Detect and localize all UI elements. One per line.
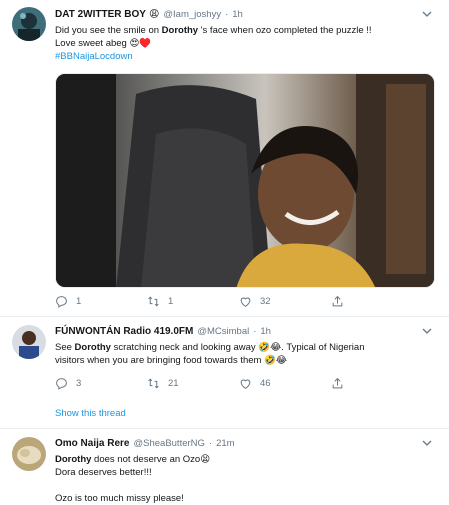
reply-count: 1 [76, 296, 82, 307]
retweet-button[interactable]: 21 [147, 377, 239, 390]
tweet-2[interactable]: FÚNWONTÁN Radio 419.0FM @MCsimbal · 1h S… [0, 317, 449, 429]
show-thread-link[interactable]: Show this thread [55, 408, 126, 419]
tweet-actions: 3 21 46 [55, 377, 423, 390]
timestamp[interactable]: 1h [260, 325, 271, 339]
tweet-text: Did you see the smile on Dorothy 's face… [55, 25, 372, 62]
like-count: 46 [260, 378, 271, 389]
reply-count: 3 [76, 378, 82, 389]
display-name[interactable]: Omo Naija Rere [55, 437, 129, 451]
retweet-button[interactable]: 1 [147, 295, 239, 308]
separator-dot: · [225, 9, 229, 20]
user-handle[interactable]: @MCsimbal [197, 325, 249, 339]
tweet-text: See Dorothy scratching neck and looking … [55, 342, 365, 366]
like-icon [240, 297, 251, 307]
user-handle[interactable]: @Iam_joshyy [163, 8, 221, 22]
timeline-feed: DAT 2WITTER BOY 😩 @Iam_joshyy · 1h Did y… [0, 0, 449, 504]
share-button[interactable] [331, 295, 423, 308]
reply-button[interactable]: 1 [55, 295, 147, 308]
separator-dot: · [208, 438, 213, 449]
tweet-header: Omo Naija Rere @SheaButterNG · 21m [55, 437, 433, 451]
name-emoji: 😩 [148, 9, 160, 20]
timestamp[interactable]: 21m [216, 437, 234, 451]
tweet-header: DAT 2WITTER BOY 😩 @Iam_joshyy · 1h [55, 8, 433, 22]
reply-icon [56, 378, 67, 390]
display-name[interactable]: FÚNWONTÁN Radio 419.0FM [55, 325, 193, 339]
avatar[interactable] [12, 7, 46, 41]
reply-icon [56, 296, 67, 308]
display-name[interactable]: DAT 2WITTER BOY [55, 8, 146, 22]
caret-down-icon[interactable] [421, 437, 433, 449]
caret-down-icon[interactable] [421, 8, 433, 20]
like-button[interactable]: 46 [239, 377, 331, 390]
avatar[interactable] [12, 437, 46, 471]
tweet-1[interactable]: DAT 2WITTER BOY 😩 @Iam_joshyy · 1h Did y… [0, 0, 449, 314]
tweet-text-line2: Love sweet abeg 😍♥️ [55, 38, 152, 49]
retweet-icon [148, 296, 159, 307]
user-handle[interactable]: @SheaButterNG [133, 437, 204, 451]
like-button[interactable]: 32 [239, 295, 331, 308]
retweet-icon [148, 378, 159, 389]
caret-down-icon[interactable] [421, 325, 433, 337]
avatar[interactable] [12, 325, 46, 359]
tweet-text-line3: Ozo is too much missy please! [55, 493, 184, 504]
hashtag-link[interactable]: #BBNaijaLocdown [55, 51, 133, 62]
share-icon [332, 295, 343, 307]
reply-button[interactable]: 3 [55, 377, 147, 390]
tweet-actions: 1 1 32 [55, 295, 423, 308]
tweet-text-line2: Dora deserves better!!! [55, 467, 152, 478]
separator-dot: · [253, 326, 257, 337]
timestamp[interactable]: 1h [232, 8, 243, 22]
retweet-count: 21 [168, 378, 179, 389]
like-count: 32 [260, 296, 271, 307]
share-icon [332, 377, 343, 389]
like-icon [240, 379, 251, 389]
tweet-video-thumbnail[interactable] [55, 73, 435, 288]
share-button[interactable] [331, 377, 423, 390]
tweet-text-line2: visitors when you are bringing food towa… [55, 355, 288, 366]
tweet-3[interactable]: Omo Naija Rere @SheaButterNG · 21m Dorot… [0, 429, 449, 504]
tweet-text: Dorothy does not deserve an Ozo😫 Dora de… [55, 454, 211, 504]
tweet-header: FÚNWONTÁN Radio 419.0FM @MCsimbal · 1h [55, 325, 433, 339]
retweet-count: 1 [168, 296, 174, 307]
